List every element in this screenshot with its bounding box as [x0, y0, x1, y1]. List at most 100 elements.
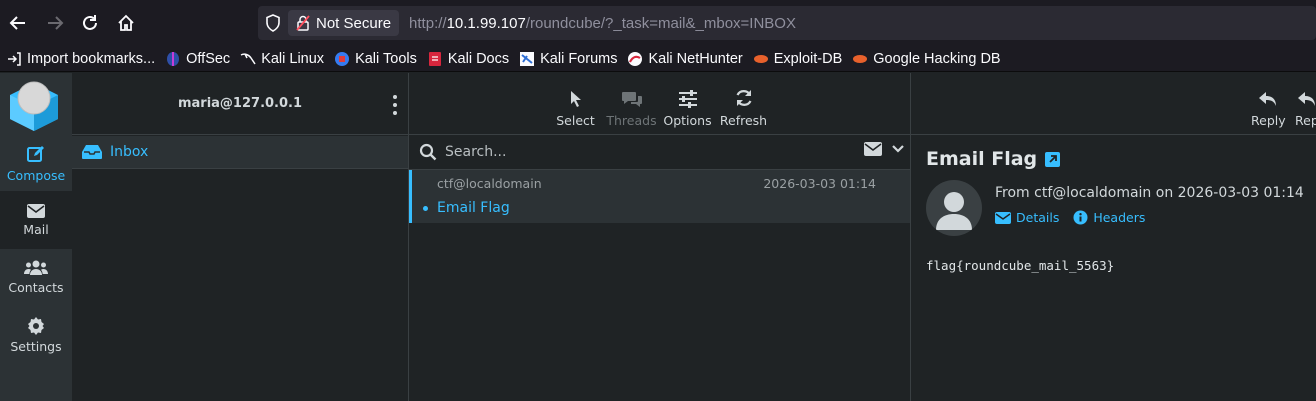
refresh-icon [736, 90, 751, 106]
nav-compose[interactable]: Compose [0, 135, 72, 191]
reload-button[interactable] [72, 5, 108, 41]
bookmark-label: Kali Tools [355, 50, 417, 67]
message-list-panel: Select Threads Options Refresh ctf@l [409, 73, 911, 401]
roundcube-app: Compose Mail Contacts Settings maria@127… [0, 73, 1316, 401]
gear-icon [28, 316, 44, 335]
nav-mail-label: Mail [23, 221, 49, 237]
reply-button[interactable]: Reply [1251, 90, 1286, 128]
open-external-icon[interactable] [1045, 151, 1061, 167]
exploitdb-icon [753, 51, 769, 67]
unread-indicator [423, 206, 428, 211]
search-icon[interactable] [419, 143, 437, 161]
nethunter-icon [627, 51, 643, 67]
bookmark-kali-linux[interactable]: Kali Linux [240, 51, 324, 67]
bookmark-kali-tools[interactable]: Kali Tools [334, 51, 417, 67]
email-from-line: From ctf@localdomain on 2026-03-03 01:14 [995, 185, 1304, 201]
threads-label: Threads [606, 113, 657, 128]
url-path: /roundcube/?_task=mail&_mbox=INBOX [525, 14, 796, 32]
folder-inbox-label: Inbox [110, 144, 149, 160]
headers-link[interactable]: Headers [1073, 210, 1145, 225]
options-label: Options [663, 113, 712, 128]
options-button[interactable]: Options [660, 90, 716, 128]
message-date: 2026-03-03 01:14 [763, 176, 876, 191]
chevron-down-icon[interactable] [892, 144, 904, 154]
url-text[interactable]: http://10.1.99.107/roundcube/?_task=mail… [409, 15, 796, 32]
folder-actions-menu-icon[interactable] [392, 95, 398, 115]
bookmark-label: Kali Docs [447, 50, 510, 67]
message-subject: Email Flag [437, 200, 510, 216]
message-list-toolbar: Select Threads Options Refresh [409, 73, 910, 135]
kali-forums-icon [519, 51, 535, 67]
reply-label: Reply [1251, 113, 1286, 128]
nav-compose-label: Compose [6, 167, 66, 183]
inbox-icon [82, 145, 102, 159]
user-silhouette-icon [936, 192, 972, 230]
preview-toolbar: Reply Repl [911, 73, 1316, 135]
security-label: Not Secure [316, 14, 392, 32]
bookmark-exploit-db[interactable]: Exploit-DB [753, 51, 842, 67]
arrow-right-icon [48, 16, 64, 30]
email-subject: Email Flag [926, 148, 1038, 170]
pointer-icon [570, 91, 581, 107]
url-prefix: http:// [409, 14, 447, 32]
account-name: maria@127.0.0.1 [177, 96, 303, 111]
bookmark-offsec[interactable]: OffSec [165, 51, 230, 67]
select-label: Select [556, 113, 595, 128]
roundcube-logo[interactable] [6, 79, 62, 133]
sliders-icon [678, 90, 697, 108]
browser-navbar: Not Secure http://10.1.99.107/roundcube/… [0, 0, 1316, 46]
bookmark-label: OffSec [186, 50, 231, 67]
threads-icon [621, 92, 642, 107]
refresh-label: Refresh [719, 113, 768, 128]
message-preview-panel: Reply Repl Email Flag From ctf@localdoma… [911, 73, 1316, 401]
forward-button[interactable] [37, 5, 73, 41]
import-icon [6, 51, 22, 67]
arrow-left-icon [9, 16, 25, 30]
envelope-icon [27, 203, 45, 218]
details-link[interactable]: Details [995, 210, 1059, 225]
compose-icon [27, 145, 44, 162]
bookmark-label: Google Hacking DB [873, 50, 1001, 67]
search-input[interactable] [445, 144, 835, 160]
header-links: Details Headers [995, 210, 1145, 225]
message-list-item[interactable]: ctf@localdomain 2026-03-03 01:14 Email F… [409, 170, 910, 223]
bookmark-kali-forums[interactable]: Kali Forums [519, 51, 617, 67]
back-button[interactable] [0, 5, 36, 41]
ghdb-icon [852, 51, 868, 67]
folder-inbox[interactable]: Inbox [72, 136, 408, 169]
folder-list-panel: maria@127.0.0.1 Inbox [72, 73, 409, 401]
threads-button[interactable]: Threads [604, 90, 660, 128]
nav-settings[interactable]: Settings [0, 307, 72, 363]
bookmark-label: Kali Forums [540, 50, 618, 67]
url-host: 10.1.99.107 [446, 14, 526, 32]
nav-mail[interactable]: Mail [0, 191, 72, 249]
not-secure-indicator[interactable]: Not Secure [288, 10, 400, 36]
home-icon [118, 14, 134, 31]
reply-all-label: Repl [1295, 113, 1316, 128]
nav-contacts-label: Contacts [8, 279, 64, 295]
email-subject-heading: Email Flag [926, 148, 1061, 170]
refresh-button[interactable]: Refresh [716, 88, 772, 128]
bookmark-kali-docs[interactable]: Kali Docs [427, 51, 509, 67]
shield-icon[interactable] [258, 14, 288, 32]
email-body: flag{roundcube_mail_5563} [926, 258, 1115, 273]
home-button[interactable] [108, 5, 144, 41]
reload-icon [83, 15, 97, 30]
bookmark-label: Import bookmarks... [27, 50, 156, 67]
envelope-icon[interactable] [864, 142, 882, 156]
bookmark-import[interactable]: Import bookmarks... [6, 51, 155, 67]
task-menu: Compose Mail Contacts Settings [0, 73, 72, 401]
bookmark-kali-nethunter[interactable]: Kali NetHunter [627, 50, 743, 67]
select-button[interactable]: Select [548, 90, 604, 128]
reply-all-icon [1298, 92, 1315, 106]
users-icon [24, 260, 48, 275]
avatar [926, 180, 982, 236]
search-bar [409, 135, 910, 170]
bookmark-ghdb[interactable]: Google Hacking DB [852, 50, 1001, 67]
url-bar[interactable]: Not Secure http://10.1.99.107/roundcube/… [258, 6, 1316, 40]
reply-all-button[interactable]: Repl [1295, 90, 1316, 128]
envelope-icon [995, 211, 1011, 224]
nav-contacts[interactable]: Contacts [0, 249, 72, 305]
bookmarks-toolbar: Import bookmarks... OffSec Kali Linux Ka… [0, 46, 1316, 72]
bookmark-label: Kali NetHunter [648, 50, 743, 67]
